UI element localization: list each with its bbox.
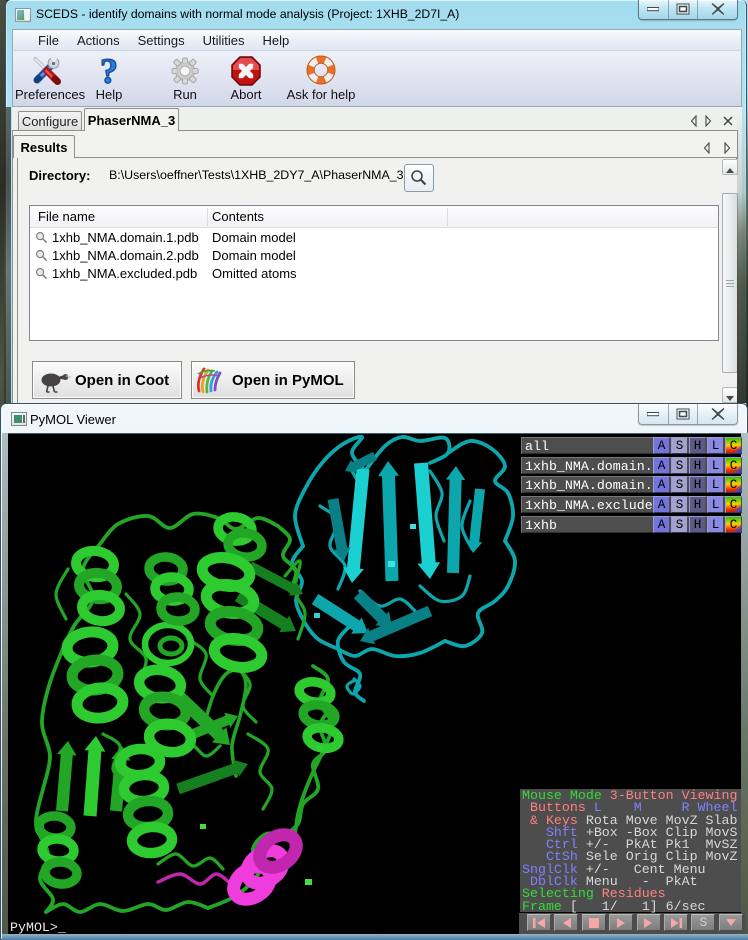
svg-text:?: ?: [100, 55, 118, 87]
